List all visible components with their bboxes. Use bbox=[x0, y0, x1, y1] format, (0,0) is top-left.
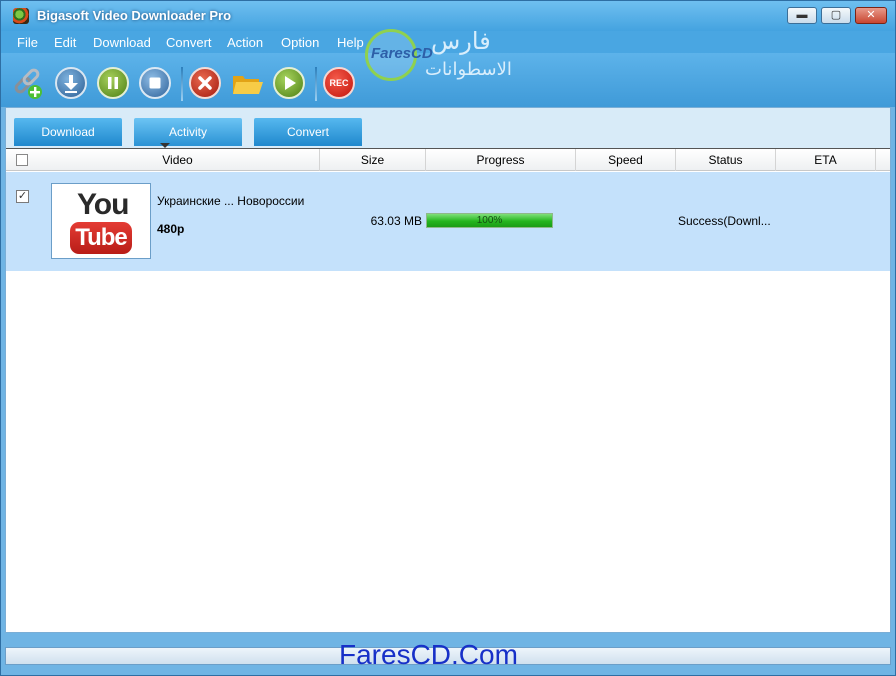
logo-arabic-bottom: الاسطوانات bbox=[425, 59, 512, 80]
column-status[interactable]: Status bbox=[676, 149, 776, 171]
video-size: 63.03 MB bbox=[370, 214, 422, 228]
add-url-icon[interactable] bbox=[11, 67, 43, 99]
pause-icon[interactable] bbox=[97, 67, 129, 99]
delete-icon[interactable] bbox=[189, 67, 221, 99]
menu-file[interactable]: File bbox=[17, 35, 38, 50]
tab-convert[interactable]: Convert bbox=[254, 118, 362, 146]
menu-option[interactable]: Option bbox=[281, 35, 319, 50]
content-panel: Download Activity Convert Video Size Pro… bbox=[5, 107, 891, 633]
youtube-logo-you: You bbox=[77, 188, 129, 221]
row-checkbox[interactable]: ✓ bbox=[16, 190, 29, 203]
menu-convert[interactable]: Convert bbox=[166, 35, 212, 50]
app-icon bbox=[13, 8, 29, 24]
site-watermark: FaresCD.Com bbox=[339, 639, 518, 670]
menu-action[interactable]: Action bbox=[227, 35, 263, 50]
close-button[interactable]: ✕ bbox=[855, 7, 887, 24]
toolbar-separator bbox=[315, 67, 317, 101]
progress-text: 100% bbox=[476, 215, 503, 226]
tab-strip: Download Activity Convert bbox=[6, 108, 890, 148]
progress-bar: 100% bbox=[426, 213, 553, 228]
rec-label: REC bbox=[329, 78, 349, 88]
menu-edit[interactable]: Edit bbox=[54, 35, 76, 50]
stop-icon[interactable] bbox=[139, 67, 171, 99]
download-row[interactable]: ✓ You Tube Украинские ... Новороссии 480… bbox=[6, 172, 890, 271]
video-quality: 480p bbox=[157, 222, 185, 236]
open-folder-icon[interactable] bbox=[231, 67, 263, 99]
app-window: Bigasoft Video Downloader Pro ▬ ▢ ✕ File… bbox=[0, 0, 896, 676]
column-header: Video Size Progress Speed Status ETA bbox=[6, 148, 890, 171]
maximize-button[interactable]: ▢ bbox=[821, 7, 851, 24]
column-size[interactable]: Size bbox=[320, 149, 426, 171]
tab-activity[interactable]: Activity bbox=[134, 118, 242, 146]
play-icon[interactable] bbox=[273, 67, 305, 99]
menu-download[interactable]: Download bbox=[93, 35, 151, 50]
column-video[interactable]: Video bbox=[36, 149, 320, 171]
record-icon[interactable]: REC bbox=[323, 67, 355, 99]
window-title: Bigasoft Video Downloader Pro bbox=[37, 8, 232, 23]
column-eta[interactable]: ETA bbox=[776, 149, 876, 171]
video-thumbnail: You Tube bbox=[51, 183, 151, 259]
toolbar-separator bbox=[181, 67, 183, 101]
column-progress[interactable]: Progress bbox=[426, 149, 576, 171]
download-icon[interactable] bbox=[55, 67, 87, 99]
logo-latin-text: FaresCD bbox=[371, 45, 433, 62]
minimize-button[interactable]: ▬ bbox=[787, 7, 817, 24]
tab-download[interactable]: Download bbox=[14, 118, 122, 146]
select-all-checkbox[interactable] bbox=[16, 154, 28, 166]
column-speed[interactable]: Speed bbox=[576, 149, 676, 171]
menu-help[interactable]: Help bbox=[337, 35, 364, 50]
fares-logo: FaresCD فارس الاسطوانات bbox=[365, 25, 512, 89]
youtube-logo-tube: Tube bbox=[70, 222, 132, 254]
video-title: Украинские ... Новороссии bbox=[157, 194, 305, 208]
logo-arabic-top: فارس bbox=[431, 27, 491, 55]
download-status: Success(Downl... bbox=[678, 214, 771, 228]
